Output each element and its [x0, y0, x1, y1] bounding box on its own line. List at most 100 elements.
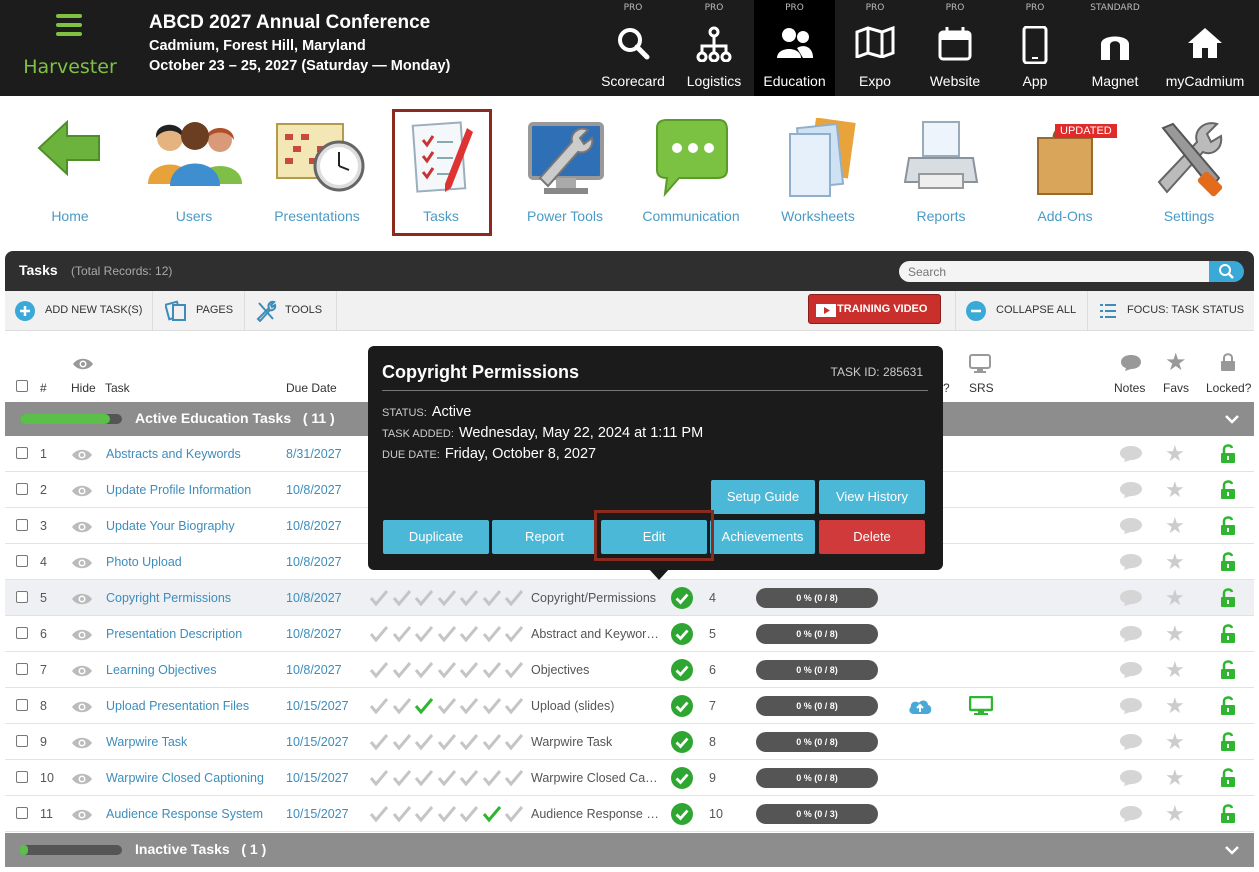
table-row[interactable]: 11 Audience Response System 10/15/2027 Audi…: [5, 796, 1254, 832]
app-users[interactable]: Users: [134, 112, 254, 232]
notes-icon[interactable]: [1119, 553, 1143, 574]
view-history-button[interactable]: View History: [819, 480, 925, 514]
due-date-link[interactable]: 8/31/2027: [286, 447, 342, 461]
eye-icon[interactable]: [71, 664, 93, 681]
search-input[interactable]: [899, 261, 1211, 282]
eye-icon[interactable]: [71, 772, 93, 789]
notes-icon[interactable]: [1119, 445, 1143, 466]
eye-icon[interactable]: [71, 736, 93, 753]
monitor-icon[interactable]: [968, 695, 994, 719]
due-date-link[interactable]: 10/8/2027: [286, 519, 342, 533]
task-name-link[interactable]: Photo Upload: [106, 555, 182, 569]
unlock-icon[interactable]: [1220, 624, 1236, 647]
notes-icon[interactable]: [1119, 733, 1143, 754]
notes-icon[interactable]: [1119, 805, 1143, 826]
row-checkbox[interactable]: [16, 483, 28, 495]
star-icon[interactable]: ★: [1165, 695, 1185, 717]
chevron-down-icon[interactable]: [1224, 411, 1240, 427]
table-row[interactable]: 5 Copyright Permissions 10/8/2027 Copyright…: [5, 580, 1254, 616]
add-task-button[interactable]: ADD NEW TASK(S): [5, 291, 153, 331]
task-name-link[interactable]: Warpwire Task: [106, 735, 187, 749]
eye-icon[interactable]: [71, 484, 93, 501]
row-checkbox[interactable]: [16, 735, 28, 747]
notes-icon[interactable]: [1119, 625, 1143, 646]
row-checkbox[interactable]: [16, 771, 28, 783]
row-checkbox[interactable]: [16, 591, 28, 603]
eye-icon[interactable]: [71, 592, 93, 609]
row-checkbox[interactable]: [16, 447, 28, 459]
star-icon[interactable]: ★: [1165, 659, 1185, 681]
notes-icon[interactable]: [1119, 661, 1143, 682]
due-date-link[interactable]: 10/15/2027: [286, 699, 349, 713]
eye-icon[interactable]: [71, 628, 93, 645]
nav-logistics[interactable]: PRO Logistics: [674, 0, 754, 96]
focus-task-status-button[interactable]: FOCUS: TASK STATUS: [1088, 291, 1254, 331]
search-button[interactable]: [1209, 261, 1244, 282]
row-checkbox[interactable]: [16, 555, 28, 567]
nav-website[interactable]: PRO Website: [915, 0, 995, 96]
eye-icon[interactable]: [71, 700, 93, 717]
active-check-icon[interactable]: [671, 587, 693, 612]
task-name-link[interactable]: Abstracts and Keywords: [106, 447, 241, 461]
eye-icon[interactable]: [71, 520, 93, 537]
chevron-down-icon[interactable]: [1224, 842, 1240, 858]
app-power-tools[interactable]: Power Tools: [505, 112, 625, 232]
due-date-link[interactable]: 10/8/2027: [286, 663, 342, 677]
task-name-link[interactable]: Warpwire Closed Captioning: [106, 771, 264, 785]
row-checkbox[interactable]: [16, 663, 28, 675]
nav-education[interactable]: PRO Education: [754, 0, 835, 96]
notes-icon[interactable]: [1119, 697, 1143, 718]
row-checkbox[interactable]: [16, 807, 28, 819]
task-name-link[interactable]: Learning Objectives: [106, 663, 216, 677]
select-all-checkbox[interactable]: [16, 380, 28, 392]
collapse-all-button[interactable]: COLLAPSE ALL: [955, 291, 1088, 331]
unlock-icon[interactable]: [1220, 696, 1236, 719]
star-icon[interactable]: ★: [1165, 587, 1185, 609]
unlock-icon[interactable]: [1220, 660, 1236, 683]
table-row[interactable]: 8 Upload Presentation Files 10/15/2027 Uplo…: [5, 688, 1254, 724]
star-icon[interactable]: ★: [1165, 803, 1185, 825]
cloud-upload-icon[interactable]: [907, 698, 933, 719]
notes-icon[interactable]: [1119, 517, 1143, 538]
unlock-icon[interactable]: [1220, 768, 1236, 791]
active-check-icon[interactable]: [671, 767, 693, 792]
active-check-icon[interactable]: [671, 731, 693, 756]
app-add-ons[interactable]: UPDATED Add-Ons: [1005, 112, 1125, 232]
due-date-link[interactable]: 10/8/2027: [286, 483, 342, 497]
nav-magnet[interactable]: STANDARD Magnet: [1075, 0, 1155, 96]
eye-icon[interactable]: [71, 448, 93, 465]
due-date-link[interactable]: 10/8/2027: [286, 555, 342, 569]
nav-mycadmium[interactable]: myCadmium: [1155, 0, 1255, 96]
nav-scorecard[interactable]: PRO Scorecard: [593, 0, 673, 96]
table-row[interactable]: 10 Warpwire Closed Captioning 10/15/2027 Wa…: [5, 760, 1254, 796]
training-video-button[interactable]: TRAINING VIDEO: [808, 294, 941, 324]
tools-button[interactable]: TOOLS: [245, 291, 337, 331]
active-check-icon[interactable]: [671, 803, 693, 828]
table-row[interactable]: 7 Learning Objectives 10/8/2027 Objectives 6…: [5, 652, 1254, 688]
pages-button[interactable]: PAGES: [153, 291, 245, 331]
active-check-icon[interactable]: [671, 659, 693, 684]
nav-app[interactable]: PRO App: [995, 0, 1075, 96]
delete-button[interactable]: Delete: [819, 520, 925, 554]
row-checkbox[interactable]: [16, 627, 28, 639]
due-date-link[interactable]: 10/8/2027: [286, 627, 342, 641]
app-reports[interactable]: Reports: [881, 112, 1001, 232]
due-date-link[interactable]: 10/15/2027: [286, 807, 349, 821]
table-row[interactable]: 9 Warpwire Task 10/15/2027 Warpwire Task 8 0 …: [5, 724, 1254, 760]
group-inactive-tasks[interactable]: Inactive Tasks ( 1 ): [5, 833, 1254, 867]
eye-icon[interactable]: [71, 808, 93, 825]
app-settings[interactable]: Settings: [1129, 112, 1249, 232]
app-presentations[interactable]: Presentations: [257, 112, 377, 232]
task-name-link[interactable]: Upload Presentation Files: [106, 699, 249, 713]
unlock-icon[interactable]: [1220, 516, 1236, 539]
eye-icon[interactable]: [71, 556, 93, 573]
star-icon[interactable]: ★: [1165, 515, 1185, 537]
task-name-link[interactable]: Presentation Description: [106, 627, 242, 641]
app-worksheets[interactable]: Worksheets: [758, 112, 878, 232]
menu-icon[interactable]: [56, 14, 82, 36]
task-name-link[interactable]: Update Profile Information: [106, 483, 251, 497]
notes-icon[interactable]: [1119, 589, 1143, 610]
task-name-link[interactable]: Update Your Biography: [106, 519, 235, 533]
unlock-icon[interactable]: [1220, 588, 1236, 611]
col-task[interactable]: Task: [105, 381, 130, 395]
